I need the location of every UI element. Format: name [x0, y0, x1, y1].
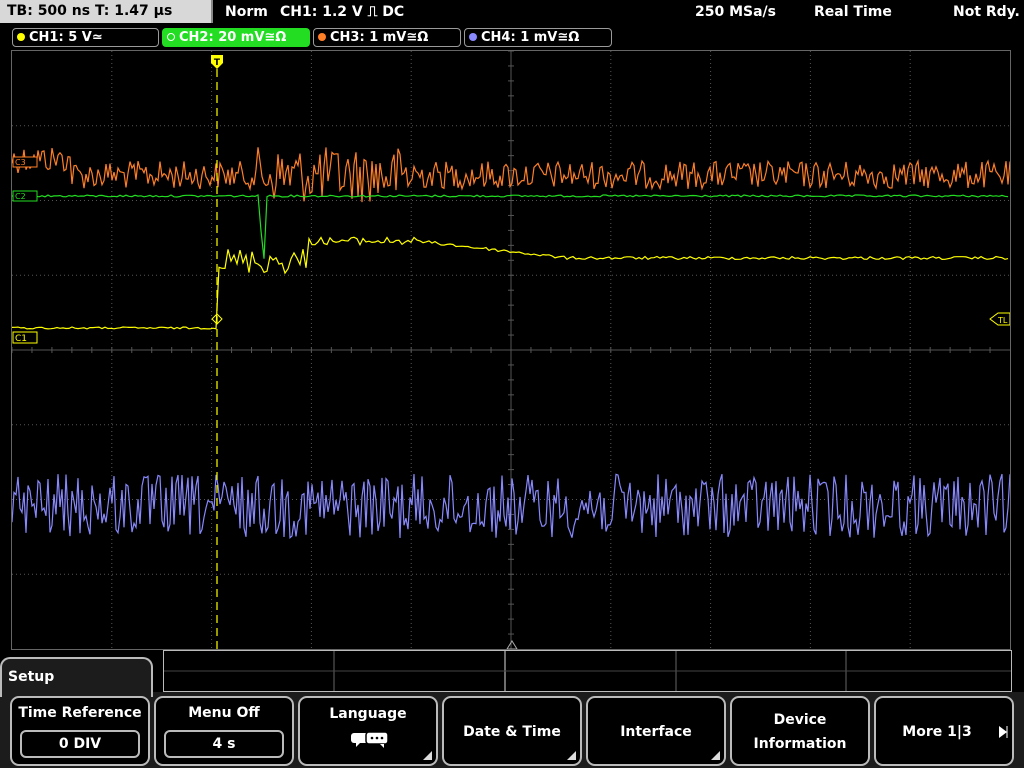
- channel-tab-ch3[interactable]: CH3: 1 mV≅Ω: [313, 28, 461, 47]
- softkey-label-line2: Information: [753, 736, 847, 752]
- waveform-canvas: T C1 C2 C3 TL: [12, 51, 1010, 649]
- trigger-mode[interactable]: Norm: [225, 0, 268, 24]
- channel-label: CH2: 20 mV≅Ω: [179, 30, 287, 45]
- date-time-button[interactable]: Date & Time: [442, 696, 582, 766]
- ch3-color-dot: [318, 33, 326, 41]
- interface-button[interactable]: Interface: [586, 696, 726, 766]
- menu-off-value: 4 s: [164, 730, 284, 758]
- ch2-offset-label: C2: [15, 192, 26, 201]
- ch1-offset-label: C1: [15, 334, 27, 344]
- submenu-corner-icon: [423, 751, 432, 760]
- timebase-readout[interactable]: TB: 500 ns T: 1.47 µs: [0, 0, 213, 23]
- channel-tab-ch1[interactable]: CH1: 5 V≃: [12, 28, 159, 47]
- ch2-waveform: [12, 194, 1009, 259]
- menu-off-button[interactable]: Menu Off 4 s: [154, 696, 294, 766]
- next-page-icon: [999, 726, 1008, 738]
- ch1-color-dot: [17, 33, 25, 41]
- softkey-label: Language: [329, 706, 407, 722]
- trigger-info[interactable]: CH1: 1.2 V ⎍ DC: [280, 0, 404, 24]
- channel-tab-ch2[interactable]: CH2: 20 mV≅Ω: [162, 28, 310, 47]
- time-reference-button[interactable]: Time Reference 0 DIV: [10, 696, 150, 766]
- time-reference-value: 0 DIV: [20, 730, 140, 758]
- trigger-marker-label: T: [214, 58, 221, 68]
- status-bar: TB: 500 ns T: 1.47 µs Norm CH1: 1.2 V ⎍ …: [0, 0, 1024, 24]
- channel-label: CH3: 1 mV≅Ω: [330, 30, 429, 45]
- zoom-strip: [163, 650, 1012, 692]
- ch4-color-dot: [469, 33, 477, 41]
- sample-rate: 250 MSa/s: [695, 4, 777, 20]
- graticule: [12, 51, 1010, 649]
- horizontal-reference-icon: [506, 640, 518, 649]
- trigger-status: Not Rdy.: [953, 4, 1020, 20]
- ch2-color-dot: [167, 33, 175, 41]
- speech-bubbles-icon: [351, 731, 389, 748]
- softkey-label: Time Reference: [18, 705, 142, 721]
- channel-label: CH1: 5 V≃: [29, 30, 103, 45]
- submenu-corner-icon: [711, 751, 720, 760]
- softkey-label: Device: [773, 712, 827, 728]
- waveform-display[interactable]: T C1 C2 C3 TL: [11, 50, 1011, 650]
- softkey-label: Menu Off: [188, 705, 260, 721]
- menu-title: Setup: [8, 669, 55, 685]
- zoom-strip-grid: [164, 651, 1011, 691]
- channel-label: CH4: 1 mV≅Ω: [481, 30, 580, 45]
- trigger-level-label: TL: [997, 316, 1008, 325]
- ch3-offset-label: C3: [15, 158, 26, 167]
- device-information-button[interactable]: Device Information: [730, 696, 870, 766]
- acquisition-mode: Real Time: [814, 4, 892, 20]
- language-button[interactable]: Language: [298, 696, 438, 766]
- ch1-waveform: [12, 236, 1009, 330]
- submenu-corner-icon: [567, 751, 576, 760]
- more-button[interactable]: More 1|3: [874, 696, 1014, 766]
- softkey-label: Interface: [620, 724, 692, 740]
- softkey-label: More 1|3: [902, 724, 972, 740]
- softkey-label: Date & Time: [463, 724, 561, 740]
- channel-tab-ch4[interactable]: CH4: 1 mV≅Ω: [464, 28, 612, 47]
